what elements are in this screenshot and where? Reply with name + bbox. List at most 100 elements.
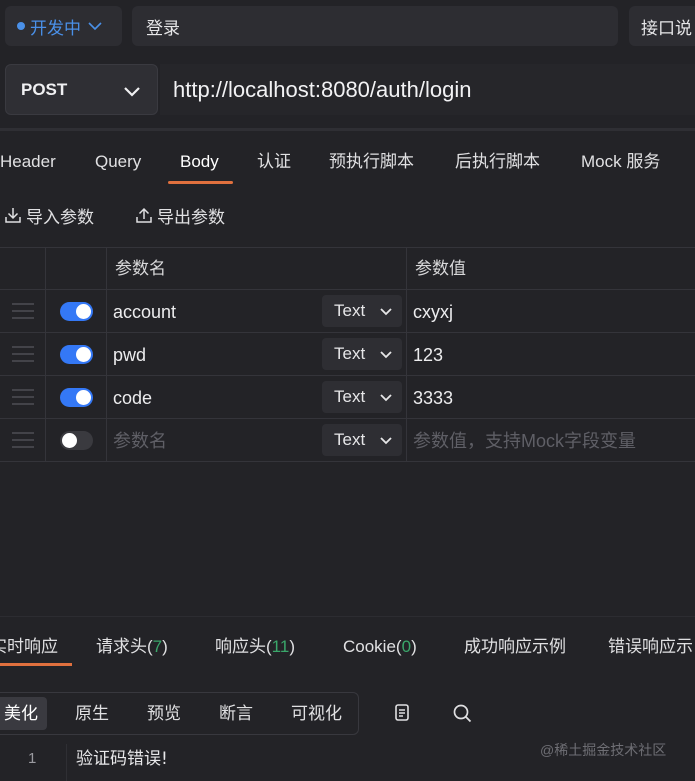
param-type-label: Text (334, 387, 366, 406)
api-doc-label: 接口说 (641, 18, 692, 38)
tab-error-example[interactable]: 错误响应示 (608, 632, 693, 664)
param-type-select[interactable]: Text (322, 338, 402, 370)
tab-body[interactable]: Body (180, 140, 219, 185)
tab-pre-script[interactable]: 预执行脚本 (329, 140, 414, 185)
param-value[interactable]: 123 (413, 333, 443, 377)
section-divider (0, 616, 695, 617)
table-row: account Text cxyxj (0, 290, 695, 333)
column-header-value: 参数值 (415, 259, 466, 278)
param-type-select[interactable]: Text (322, 295, 402, 327)
column-divider (106, 419, 107, 461)
tab-live-response[interactable]: 实时响应 (0, 632, 58, 664)
chevron-down-icon (88, 22, 102, 31)
drag-handle-icon[interactable] (12, 302, 34, 320)
import-params-label: 导入参数 (26, 207, 94, 227)
view-raw-button[interactable]: 原生 (66, 697, 118, 730)
view-pretty-button[interactable]: 美化 (0, 697, 47, 730)
tab-response-headers[interactable]: 响应头(11) (215, 632, 295, 664)
param-type-label: Text (334, 344, 366, 363)
column-header-name: 参数名 (115, 259, 166, 278)
table-row-new: 参数名 Text 参数值，支持Mock字段变量 (0, 419, 695, 462)
column-divider (45, 376, 46, 418)
param-enabled-toggle[interactable] (60, 345, 93, 364)
toggle-knob (76, 347, 91, 362)
param-name[interactable]: account (113, 290, 176, 334)
view-preview-button[interactable]: 预览 (138, 697, 190, 730)
view-visualize-button[interactable]: 可视化 (282, 697, 351, 730)
drag-handle-icon[interactable] (12, 431, 34, 449)
download-icon (5, 208, 21, 223)
column-divider (406, 290, 407, 332)
column-divider (406, 333, 407, 375)
tab-query[interactable]: Query (95, 140, 141, 185)
copy-icon[interactable] (390, 701, 414, 725)
line-number: 1 (28, 750, 37, 767)
column-divider (45, 248, 46, 289)
environment-status-dot (17, 22, 25, 30)
watermark: @稀土掘金技术社区 (540, 742, 667, 758)
export-params-label: 导出参数 (157, 207, 225, 227)
param-value-input[interactable]: 参数值，支持Mock字段变量 (413, 419, 636, 463)
tab-cookie[interactable]: Cookie(0) (343, 632, 417, 664)
table-row: code Text 3333 (0, 376, 695, 419)
top-bar: 开发中 登录 接口说 (0, 0, 695, 52)
params-table: 参数名 参数值 account Text cxyxj pwd Text 123 (0, 247, 695, 462)
tab-post-script[interactable]: 后执行脚本 (455, 140, 540, 185)
count-badge: 7 (152, 637, 163, 656)
drag-handle-icon[interactable] (12, 388, 34, 406)
column-divider (106, 248, 107, 289)
toggle-knob (76, 304, 91, 319)
tab-label: 请求头 (96, 637, 147, 656)
http-method-select[interactable]: POST (5, 64, 158, 115)
param-type-select[interactable]: Text (322, 424, 402, 456)
api-doc-button[interactable]: 接口说 (629, 6, 695, 46)
param-type-label: Text (334, 430, 366, 449)
column-divider (106, 376, 107, 418)
tab-success-example[interactable]: 成功响应示例 (464, 632, 566, 664)
upload-icon (136, 207, 152, 223)
tab-label: 成功响应示例 (464, 637, 566, 656)
tab-label: Cookie (343, 637, 396, 656)
column-divider (106, 333, 107, 375)
param-type-select[interactable]: Text (322, 381, 402, 413)
tab-label: 响应头 (215, 637, 266, 656)
import-params-button[interactable]: 导入参数 (3, 201, 94, 229)
column-divider (406, 248, 407, 289)
column-divider (406, 419, 407, 461)
active-tab-indicator (0, 663, 72, 666)
count-badge: 11 (271, 637, 290, 656)
param-enabled-toggle[interactable] (60, 431, 93, 450)
tab-header[interactable]: Header (0, 140, 56, 185)
column-divider (45, 333, 46, 375)
response-body-text[interactable]: 验证码错误! (76, 744, 168, 774)
param-value[interactable]: cxyxj (413, 290, 453, 334)
param-name[interactable]: code (113, 376, 152, 420)
param-enabled-toggle[interactable] (60, 388, 93, 407)
request-tabs: Header Query Body 认证 预执行脚本 后执行脚本 Mock 服务 (0, 140, 695, 185)
http-method-label: POST (21, 79, 68, 99)
api-name-text: 登录 (146, 18, 180, 38)
table-header-row: 参数名 参数值 (0, 247, 695, 290)
param-enabled-toggle[interactable] (60, 302, 93, 321)
param-name-input[interactable]: 参数名 (113, 419, 167, 463)
tab-label: 实时响应 (0, 637, 58, 656)
url-input[interactable]: http://localhost:8080/auth/login (160, 64, 695, 115)
table-row: pwd Text 123 (0, 333, 695, 376)
api-name-input[interactable]: 登录 (132, 6, 618, 46)
export-params-button[interactable]: 导出参数 (134, 201, 225, 229)
environment-select[interactable]: 开发中 (5, 6, 122, 46)
tab-mock-service[interactable]: Mock 服务 (581, 140, 660, 185)
chevron-down-icon (380, 308, 392, 316)
chevron-down-icon (380, 437, 392, 445)
section-divider (0, 128, 695, 131)
search-icon[interactable] (450, 701, 474, 725)
param-name[interactable]: pwd (113, 333, 146, 377)
chevron-down-icon (380, 394, 392, 402)
tab-label: 错误响应示 (608, 637, 693, 656)
drag-handle-icon[interactable] (12, 345, 34, 363)
tab-auth[interactable]: 认证 (257, 140, 291, 185)
param-value[interactable]: 3333 (413, 376, 453, 420)
column-divider (45, 290, 46, 332)
view-assert-button[interactable]: 断言 (210, 697, 262, 730)
tab-request-headers[interactable]: 请求头(7) (96, 632, 168, 664)
